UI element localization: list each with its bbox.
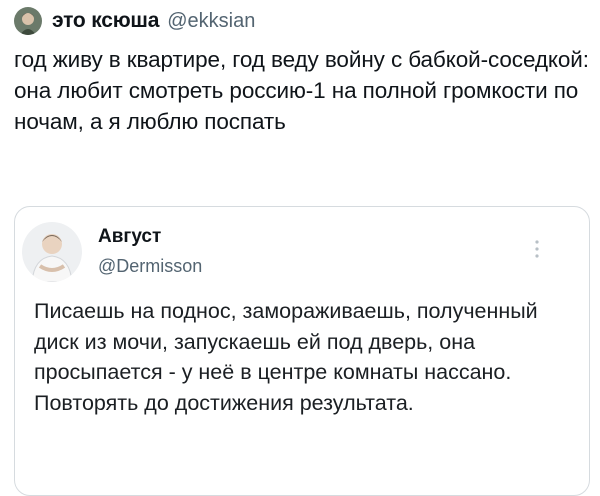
quoted-author-handle[interactable]: @Dermisson (98, 256, 202, 277)
user-avatar-icon (22, 222, 82, 282)
quoted-author-avatar[interactable] (22, 222, 82, 282)
author-name[interactable]: это ксюша (52, 9, 159, 33)
more-options-icon[interactable] (532, 238, 542, 260)
user-avatar-icon (14, 7, 42, 35)
quoted-tweet-text: Писаешь на поднос, замораживаешь, получе… (34, 299, 538, 415)
author-avatar[interactable] (14, 7, 42, 35)
tweet-text: год живу в квартире, год веду войну с ба… (14, 47, 589, 134)
author-handle[interactable]: @ekksian (167, 10, 255, 33)
tweet-header: это ксюша @ekksian (14, 6, 255, 36)
quoted-author-name[interactable]: Август (98, 226, 161, 248)
